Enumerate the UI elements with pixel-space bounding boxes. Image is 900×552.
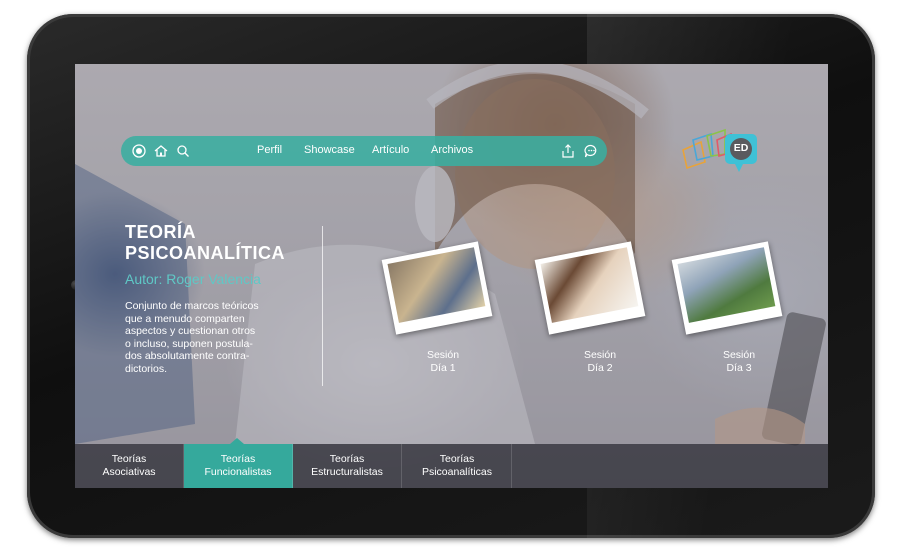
tab-estructuralistas[interactable]: Teorías Estructuralistas xyxy=(293,444,402,488)
description-line: dictorios. xyxy=(125,362,168,375)
vertical-divider xyxy=(322,226,323,386)
nav-link-articulo[interactable]: Artículo xyxy=(372,144,409,156)
session-label-line: Sesión xyxy=(722,349,756,361)
session-label-2[interactable]: Sesión Día 2 xyxy=(570,349,630,375)
active-tab-indicator xyxy=(230,438,244,444)
session-label-line: Día 1 xyxy=(430,362,456,374)
title-line-2: PSICOANALÍTICA xyxy=(125,243,285,263)
ed-logo[interactable]: ED xyxy=(679,128,763,174)
tab-label-line: Teorías xyxy=(439,453,475,465)
tab-label-line: Psicoanalíticas xyxy=(421,465,493,478)
page-title: TEORÍA PSICOANALÍTICA xyxy=(125,222,285,264)
tab-label-line: Teorías xyxy=(111,453,147,465)
description-line: dos absolutamente contra- xyxy=(125,350,250,362)
title-line-1: TEORÍA xyxy=(125,222,197,242)
tab-asociativas[interactable]: Teorías Asociativas xyxy=(75,444,184,488)
session-label-line: Día 3 xyxy=(726,362,752,374)
session-label-1[interactable]: Sesión Día 1 xyxy=(413,349,473,375)
share-icon[interactable] xyxy=(560,143,576,159)
session-label-line: Día 2 xyxy=(587,362,613,374)
app-screen: Perfil Showcase Artículo Archivos ED TEO… xyxy=(75,64,828,488)
tab-label-line: Asociativas xyxy=(102,465,156,478)
description-line: aspectos y cuestionan otros xyxy=(125,325,256,337)
session-label-line: Sesión xyxy=(583,349,617,361)
top-nav-bar: Perfil Showcase Artículo Archivos xyxy=(121,136,607,166)
chat-icon[interactable] xyxy=(583,143,599,159)
search-icon[interactable] xyxy=(175,143,191,159)
session-label-line: Sesión xyxy=(426,349,460,361)
description-line: Conjunto de marcos teóricos xyxy=(125,300,259,312)
bottom-tab-bar: Teorías Asociativas Teorías Funcionalist… xyxy=(75,438,828,488)
tab-label-line: Teorías xyxy=(329,453,365,465)
description-line: o incluso, suponen postula- xyxy=(125,337,253,350)
description-line: que a menudo comparten xyxy=(125,312,245,325)
nav-link-showcase[interactable]: Showcase xyxy=(304,144,355,156)
description-text: Conjunto de marcos teóricos que a menudo… xyxy=(125,300,275,375)
nav-link-perfil[interactable]: Perfil xyxy=(257,144,282,156)
tab-funcionalistas[interactable]: Teorías Funcionalistas xyxy=(184,438,293,488)
tab-label-line: Estructuralistas xyxy=(311,465,383,478)
home-icon[interactable] xyxy=(153,143,169,159)
tab-psicoanaliticas[interactable]: Teorías Psicoanalíticas xyxy=(403,444,512,488)
tab-label-line: Teorías xyxy=(220,453,256,465)
record-icon[interactable] xyxy=(131,143,147,159)
nav-link-archivos[interactable]: Archivos xyxy=(431,144,473,156)
session-label-3[interactable]: Sesión Día 3 xyxy=(709,349,769,375)
tab-label-line: Funcionalistas xyxy=(204,465,272,478)
logo-badge-text: ED xyxy=(733,142,749,154)
author-label: Autor: Roger Valencia xyxy=(125,271,261,287)
